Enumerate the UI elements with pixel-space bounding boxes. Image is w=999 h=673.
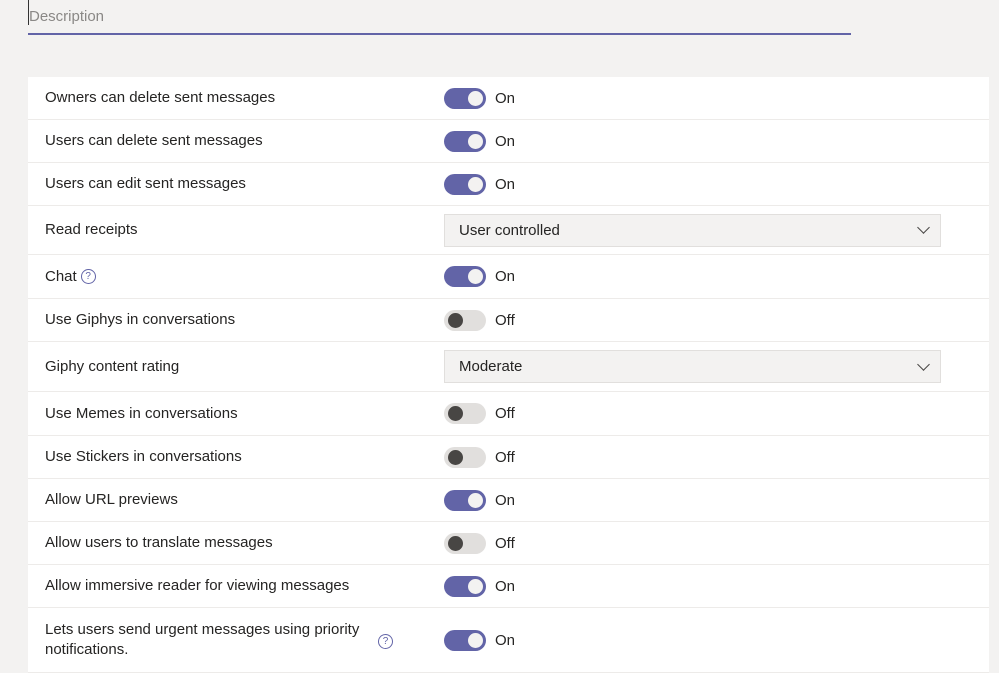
setting-row: Lets users send urgent messages using pr… <box>28 608 989 673</box>
setting-row: Read receipts User controlled <box>28 206 989 255</box>
toggle-knob <box>468 632 483 648</box>
setting-row: Chat? On <box>28 255 989 299</box>
toggle-state: On <box>495 631 516 649</box>
description-field[interactable] <box>28 0 852 35</box>
setting-label-text: Chat <box>45 267 77 285</box>
setting-label-text: Users can edit sent messages <box>45 175 246 192</box>
chevron-down-icon <box>917 357 930 371</box>
setting-row: Allow users to translate messages Off <box>28 522 989 565</box>
toggle-switch[interactable] <box>444 403 486 424</box>
help-icon[interactable]: ? <box>80 269 96 284</box>
toggle-state: Off <box>495 534 515 552</box>
setting-label: Allow users to translate messages <box>45 533 365 553</box>
help-icon-wrap: ? <box>378 631 393 649</box>
setting-label: Allow URL previews <box>45 490 365 510</box>
setting-row: Use Stickers in conversations Off <box>28 436 989 479</box>
setting-label: Owners can delete sent messages <box>45 88 365 108</box>
toggle-state: On <box>495 132 516 150</box>
toggle-knob <box>448 406 463 421</box>
setting-label: Lets users send urgent messages using pr… <box>45 620 365 660</box>
toggle-state: On <box>495 268 516 285</box>
setting-label-text: Allow URL previews <box>45 491 178 508</box>
setting-label: Users can delete sent messages <box>45 131 365 151</box>
toggle-state: Off <box>495 311 515 329</box>
dropdown[interactable]: Moderate <box>444 350 941 383</box>
toggle-switch[interactable] <box>444 446 486 468</box>
setting-label-text: Lets users send urgent messages using pr… <box>45 621 360 658</box>
dropdown[interactable]: User controlled <box>444 213 941 247</box>
toggle-switch[interactable] <box>444 489 486 511</box>
setting-label: Read receipts <box>45 220 365 240</box>
setting-row: Owners can delete sent messages On <box>28 77 989 120</box>
toggle-state: Off <box>495 405 515 422</box>
setting-label: Users can edit sent messages <box>45 174 365 194</box>
setting-row: Giphy content rating Moderate <box>28 342 989 392</box>
setting-label-text: Allow immersive reader for viewing messa… <box>45 577 350 594</box>
setting-label-text: Use Memes in conversations <box>45 404 238 422</box>
setting-label-text: Allow users to translate messages <box>45 534 273 551</box>
toggle-knob <box>468 578 483 594</box>
setting-row: Allow URL previews On <box>28 479 989 522</box>
setting-label: Chat? <box>45 267 365 287</box>
toggle-state: On <box>495 175 516 193</box>
setting-label: Use Stickers in conversations <box>45 447 365 467</box>
toggle-knob <box>448 535 463 551</box>
setting-label-text: Use Giphys in conversations <box>45 311 236 328</box>
dropdown-value: User controlled <box>459 221 560 239</box>
toggle-switch[interactable] <box>444 309 486 331</box>
setting-label: Giphy content rating <box>45 357 365 377</box>
toggle-knob <box>448 312 463 328</box>
setting-row: Allow immersive reader for viewing messa… <box>28 565 989 608</box>
toggle-switch[interactable] <box>444 173 486 195</box>
toggle-knob <box>468 90 483 106</box>
toggle-switch[interactable] <box>444 532 486 554</box>
toggle-state: Off <box>495 448 515 466</box>
messaging-settings-card: Owners can delete sent messages On Users c… <box>28 77 989 673</box>
toggle-knob <box>468 133 483 149</box>
setting-label-text: Read receipts <box>45 221 138 238</box>
description-input[interactable] <box>28 0 852 25</box>
help-icon[interactable]: ? <box>378 634 393 649</box>
toggle-switch[interactable] <box>444 87 486 109</box>
setting-label: Use Giphys in conversations <box>45 310 365 330</box>
dropdown-value: Moderate <box>459 358 523 375</box>
toggle-knob <box>448 449 463 465</box>
setting-row: Use Memes in conversations Off <box>28 392 989 436</box>
toggle-state: On <box>495 491 516 509</box>
toggle-switch[interactable] <box>444 266 486 287</box>
setting-label-text: Use Stickers in conversations <box>45 448 242 465</box>
setting-row: Users can delete sent messages On <box>28 120 989 163</box>
setting-label-text: Owners can delete sent messages <box>45 89 276 106</box>
toggle-knob <box>468 492 483 508</box>
setting-row: Users can edit sent messages On <box>28 163 989 206</box>
setting-row: Use Giphys in conversations Off <box>28 299 989 342</box>
toggle-knob <box>468 176 483 192</box>
toggle-switch[interactable] <box>444 629 486 651</box>
chevron-down-icon <box>917 221 930 234</box>
setting-label: Use Memes in conversations <box>45 404 365 424</box>
setting-label: Allow immersive reader for viewing messa… <box>45 576 365 596</box>
toggle-state: On <box>495 577 516 595</box>
toggle-switch[interactable] <box>444 575 486 597</box>
toggle-knob <box>468 269 483 284</box>
setting-label-text: Users can delete sent messages <box>45 132 263 149</box>
toggle-state: On <box>495 89 516 107</box>
toggle-switch[interactable] <box>444 130 486 152</box>
setting-label-text: Giphy content rating <box>45 357 180 375</box>
